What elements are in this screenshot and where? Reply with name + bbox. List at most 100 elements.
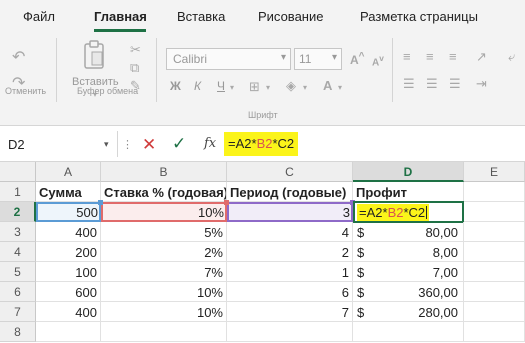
row-header[interactable]: 1 bbox=[0, 182, 36, 202]
check-icon[interactable]: ✓ bbox=[172, 134, 186, 154]
font-color-icon[interactable]: A bbox=[323, 79, 332, 92]
table-cell[interactable]: 5% bbox=[101, 222, 227, 242]
table-cell[interactable]: 7 bbox=[227, 302, 353, 322]
table-cell[interactable]: 600 bbox=[36, 282, 101, 302]
row-header[interactable]: 2 bbox=[0, 202, 36, 222]
name-box-value: D2 bbox=[8, 137, 25, 152]
range-handle[interactable] bbox=[98, 200, 103, 205]
table-cell[interactable]: $7,00 bbox=[353, 262, 464, 282]
bold-button[interactable]: Ж bbox=[170, 79, 181, 93]
table-cell[interactable]: 100 bbox=[36, 262, 101, 282]
tab-insert[interactable]: Вставка bbox=[177, 9, 225, 24]
table-cell[interactable]: 4 bbox=[227, 222, 353, 242]
decrease-font-icon[interactable]: Av bbox=[372, 54, 384, 68]
tab-draw[interactable]: Рисование bbox=[258, 9, 323, 24]
font-name-select[interactable]: Calibri ▾ bbox=[166, 48, 291, 70]
cut-icon[interactable]: ✂ bbox=[130, 43, 141, 56]
cancel-icon[interactable]: ✕ bbox=[142, 135, 156, 155]
table-header-cell[interactable]: Сумма bbox=[36, 182, 101, 202]
table-cell[interactable]: 2% bbox=[101, 242, 227, 262]
copy-icon[interactable]: ⧉ bbox=[130, 61, 139, 74]
row-header[interactable]: 3 bbox=[0, 222, 36, 242]
column-header-c[interactable]: C bbox=[227, 162, 353, 182]
row-header[interactable]: 7 bbox=[0, 302, 36, 322]
chevron-down-icon[interactable]: ▾ bbox=[303, 83, 307, 92]
align-left-icon[interactable]: ☰ bbox=[403, 77, 415, 90]
column-header-b[interactable]: B bbox=[101, 162, 227, 182]
table-header-cell[interactable]: Период (годовые) bbox=[227, 182, 353, 202]
tab-file[interactable]: Файл bbox=[23, 9, 55, 24]
align-middle-icon[interactable]: ≡ bbox=[426, 50, 434, 63]
table-cell[interactable]: 400 bbox=[36, 222, 101, 242]
table-header-cell[interactable]: Профит bbox=[353, 182, 464, 202]
active-cell-d2[interactable]: =A2*B2*C2 bbox=[353, 201, 464, 223]
table-cell[interactable]: 500 bbox=[36, 202, 101, 222]
align-right-icon[interactable]: ☰ bbox=[449, 77, 461, 90]
range-handle[interactable] bbox=[224, 200, 229, 205]
table-cell[interactable]: $360,00 bbox=[353, 282, 464, 302]
underline-button[interactable]: Ч bbox=[217, 79, 225, 93]
table-cell[interactable] bbox=[464, 282, 525, 302]
align-bottom-icon[interactable]: ≡ bbox=[449, 50, 457, 63]
table-cell[interactable] bbox=[464, 322, 525, 342]
fill-color-icon[interactable]: ◈ bbox=[286, 79, 296, 92]
row-header[interactable]: 5 bbox=[0, 262, 36, 282]
table-cell[interactable] bbox=[464, 242, 525, 262]
table-cell[interactable]: $8,00 bbox=[353, 242, 464, 262]
insert-function-icon[interactable]: fx bbox=[204, 136, 216, 151]
column-header-e[interactable]: E bbox=[464, 162, 525, 182]
row-header[interactable]: 6 bbox=[0, 282, 36, 302]
table-cell[interactable]: 7% bbox=[101, 262, 227, 282]
align-top-icon[interactable]: ≡ bbox=[403, 50, 411, 63]
font-size-select[interactable]: 11 ▾ bbox=[294, 48, 342, 70]
cell-edit-formula[interactable]: =A2*B2*C2 bbox=[357, 204, 430, 221]
formula-input[interactable]: =A2*B2*C2 bbox=[224, 132, 299, 156]
align-center-icon[interactable]: ☰ bbox=[426, 77, 438, 90]
table-cell[interactable] bbox=[227, 322, 353, 342]
name-box[interactable]: D2 bbox=[0, 131, 118, 157]
table-cell[interactable] bbox=[464, 222, 525, 242]
paste-icon[interactable] bbox=[82, 40, 106, 70]
column-header-d[interactable]: D bbox=[353, 162, 464, 182]
table-cell[interactable]: 10% bbox=[101, 282, 227, 302]
table-cell[interactable] bbox=[353, 322, 464, 342]
table-cell[interactable] bbox=[464, 302, 525, 322]
table-cell[interactable]: 1 bbox=[227, 262, 353, 282]
italic-button[interactable]: К bbox=[194, 79, 201, 93]
row-header[interactable]: 4 bbox=[0, 242, 36, 262]
divider bbox=[56, 38, 57, 102]
tab-home[interactable]: Главная bbox=[94, 9, 147, 24]
chevron-down-icon[interactable]: ▾ bbox=[266, 83, 270, 92]
table-cell[interactable]: $280,00 bbox=[353, 302, 464, 322]
undo-icon[interactable]: ↶ bbox=[12, 50, 25, 66]
select-all-button[interactable] bbox=[0, 162, 36, 182]
table-header-cell[interactable]: Ставка % (годовая) bbox=[101, 182, 227, 202]
table-cell[interactable] bbox=[36, 322, 101, 342]
cell-value: 7,00 bbox=[432, 265, 458, 280]
chevron-down-icon[interactable]: ▾ bbox=[104, 139, 109, 150]
tab-page-layout[interactable]: Разметка страницы bbox=[360, 9, 478, 24]
column-header-a[interactable]: A bbox=[36, 162, 101, 182]
table-cell[interactable]: 3 bbox=[227, 202, 353, 222]
table-cell[interactable]: 400 bbox=[36, 302, 101, 322]
row-header[interactable]: 8 bbox=[0, 322, 36, 342]
indent-icon[interactable]: ⇥ bbox=[476, 77, 487, 90]
clipboard-group-label: Буфер обмена bbox=[77, 86, 139, 96]
table-cell[interactable]: 6 bbox=[227, 282, 353, 302]
table-cell[interactable] bbox=[464, 182, 525, 202]
table-cell[interactable] bbox=[101, 322, 227, 342]
wrap-text-icon[interactable]: ⤶ bbox=[508, 50, 515, 63]
chevron-down-icon[interactable]: ▾ bbox=[338, 83, 342, 92]
table-cell[interactable]: $80,00 bbox=[353, 222, 464, 242]
borders-icon[interactable]: ⊞ bbox=[249, 80, 260, 93]
table-cell[interactable]: 200 bbox=[36, 242, 101, 262]
table-cell[interactable] bbox=[464, 202, 525, 222]
orientation-icon[interactable]: ↗ bbox=[476, 50, 487, 63]
chevron-down-icon[interactable]: ▾ bbox=[230, 83, 234, 92]
table-cell[interactable] bbox=[464, 262, 525, 282]
table-cell[interactable]: 10% bbox=[101, 202, 227, 222]
table-cell[interactable]: 10% bbox=[101, 302, 227, 322]
formula-part: =A2* bbox=[228, 136, 257, 151]
increase-font-icon[interactable]: A^ bbox=[350, 52, 365, 67]
table-cell[interactable]: 2 bbox=[227, 242, 353, 262]
